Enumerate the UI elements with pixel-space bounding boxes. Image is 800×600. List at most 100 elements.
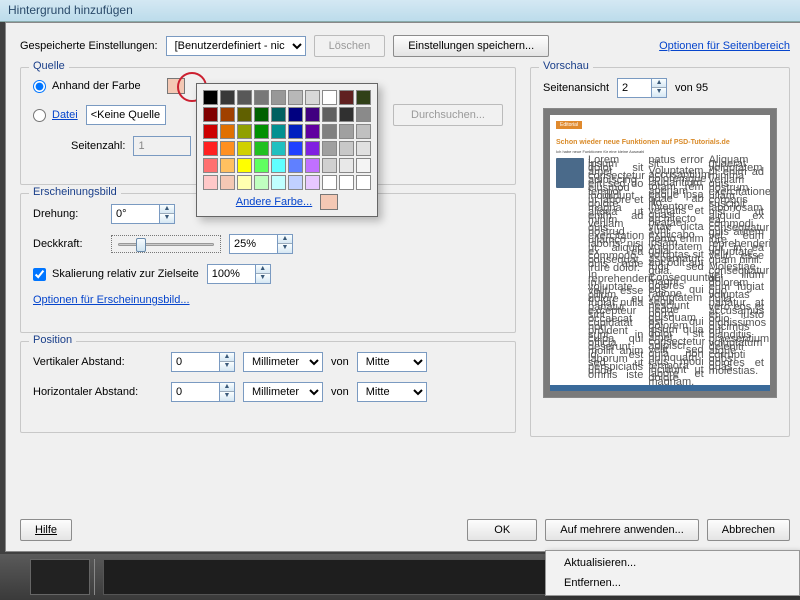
palette-cell[interactable] [237,158,252,173]
palette-cell[interactable] [305,141,320,156]
palette-cell[interactable] [356,175,371,190]
save-settings-button[interactable]: Einstellungen speichern... [393,35,549,57]
browse-button: Durchsuchen... [393,104,503,126]
page-count-label: Seitenzahl: [71,140,125,152]
palette-cell[interactable] [356,141,371,156]
position-title: Position [29,334,76,346]
palette-cell[interactable] [356,124,371,139]
palette-cell[interactable] [339,107,354,122]
radio-by-color[interactable]: Anhand der Farbe [33,80,141,93]
apply-multiple-button[interactable]: Auf mehrere anwenden... [545,519,699,541]
file-path-input[interactable] [86,105,166,125]
help-button[interactable]: Hilfe [20,519,72,541]
scale-relative-spinner[interactable]: ▲▼ [207,264,271,284]
palette-cell[interactable] [203,107,218,122]
palette-cell[interactable] [271,141,286,156]
palette-cell[interactable] [288,158,303,173]
palette-cell[interactable] [288,124,303,139]
palette-cell[interactable] [203,141,218,156]
palette-cell[interactable] [220,158,235,173]
palette-cell[interactable] [339,141,354,156]
palette-cell[interactable] [220,90,235,105]
palette-cell[interactable] [237,124,252,139]
palette-cell[interactable] [322,107,337,122]
vdist-spinner[interactable]: ▲▼ [171,352,235,372]
color-swatch[interactable] [167,78,185,94]
opacity-slider[interactable] [111,235,221,253]
color-palette-popup[interactable]: Andere Farbe... [196,83,378,217]
saved-settings-select[interactable]: [Benutzerdefiniert - nicht gespeichert] [166,36,306,56]
preview-canvas: Editorial Schon wieder neue Funktionen a… [543,108,777,398]
context-menu[interactable]: Aktualisieren... Entfernen... [545,550,800,596]
preview-title: Vorschau [539,60,593,72]
palette-cell[interactable] [356,90,371,105]
palette-cell[interactable] [305,90,320,105]
hdist-spinner[interactable]: ▲▼ [171,382,235,402]
radio-file[interactable]: Datei [33,109,78,122]
palette-cell[interactable] [339,175,354,190]
hdist-anchor-select[interactable]: Mitte [357,382,427,402]
palette-cell[interactable] [305,175,320,190]
scale-relative-checkbox[interactable]: Skalierung relativ zur Zielseite [33,268,199,281]
palette-cell[interactable] [322,158,337,173]
palette-cell[interactable] [356,158,371,173]
page-range-options-link[interactable]: Optionen für Seitenbereich [659,40,790,52]
pageview-spinner[interactable]: ▲▼ [617,78,667,98]
vdist-unit-select[interactable]: Millimeter [243,352,323,372]
palette-cell[interactable] [271,90,286,105]
palette-cell[interactable] [237,175,252,190]
taskbar-strip [103,559,603,595]
palette-cell[interactable] [254,90,269,105]
palette-cell[interactable] [271,107,286,122]
vdist-anchor-select[interactable]: Mitte [357,352,427,372]
palette-cell[interactable] [203,158,218,173]
palette-cell[interactable] [339,158,354,173]
palette-cell[interactable] [288,141,303,156]
palette-cell[interactable] [339,90,354,105]
palette-cell[interactable] [322,124,337,139]
dialog-body: Gespeicherte Einstellungen: [Benutzerdef… [5,22,800,552]
palette-cell[interactable] [322,141,337,156]
palette-cell[interactable] [203,175,218,190]
cancel-button[interactable]: Abbrechen [707,519,790,541]
palette-cell[interactable] [288,107,303,122]
palette-cell[interactable] [203,90,218,105]
hdist-unit-select[interactable]: Millimeter [243,382,323,402]
palette-cell[interactable] [305,158,320,173]
palette-cell[interactable] [220,107,235,122]
other-color-link[interactable]: Andere Farbe... [236,196,312,208]
palette-cell[interactable] [254,124,269,139]
palette-cell[interactable] [237,107,252,122]
palette-cell[interactable] [288,90,303,105]
palette-cell[interactable] [322,175,337,190]
palette-cell[interactable] [254,158,269,173]
ctx-remove[interactable]: Entfernen... [546,573,799,593]
palette-cell[interactable] [305,124,320,139]
palette-cell[interactable] [220,124,235,139]
rotation-label: Drehung: [33,208,103,220]
opacity-spinner[interactable]: ▲▼ [229,234,293,254]
palette-cell[interactable] [237,141,252,156]
ok-button[interactable]: OK [467,519,537,541]
taskbar-thumb[interactable] [30,559,90,595]
palette-cell[interactable] [339,124,354,139]
palette-cell[interactable] [322,90,337,105]
palette-cell[interactable] [220,141,235,156]
palette-cell[interactable] [203,124,218,139]
page-count-input [133,136,191,156]
palette-cell[interactable] [305,107,320,122]
saved-settings-label: Gespeicherte Einstellungen: [20,40,158,52]
palette-cell[interactable] [237,90,252,105]
palette-cell[interactable] [220,175,235,190]
palette-cell[interactable] [254,175,269,190]
palette-cell[interactable] [288,175,303,190]
palette-cell[interactable] [271,124,286,139]
palette-cell[interactable] [254,141,269,156]
palette-cell[interactable] [356,107,371,122]
rotation-spinner[interactable]: ▲▼ [111,204,175,224]
palette-cell[interactable] [254,107,269,122]
ctx-refresh[interactable]: Aktualisieren... [546,553,799,573]
palette-cell[interactable] [271,158,286,173]
palette-cell[interactable] [271,175,286,190]
appearance-options-link[interactable]: Optionen für Erscheinungsbild... [33,294,190,306]
